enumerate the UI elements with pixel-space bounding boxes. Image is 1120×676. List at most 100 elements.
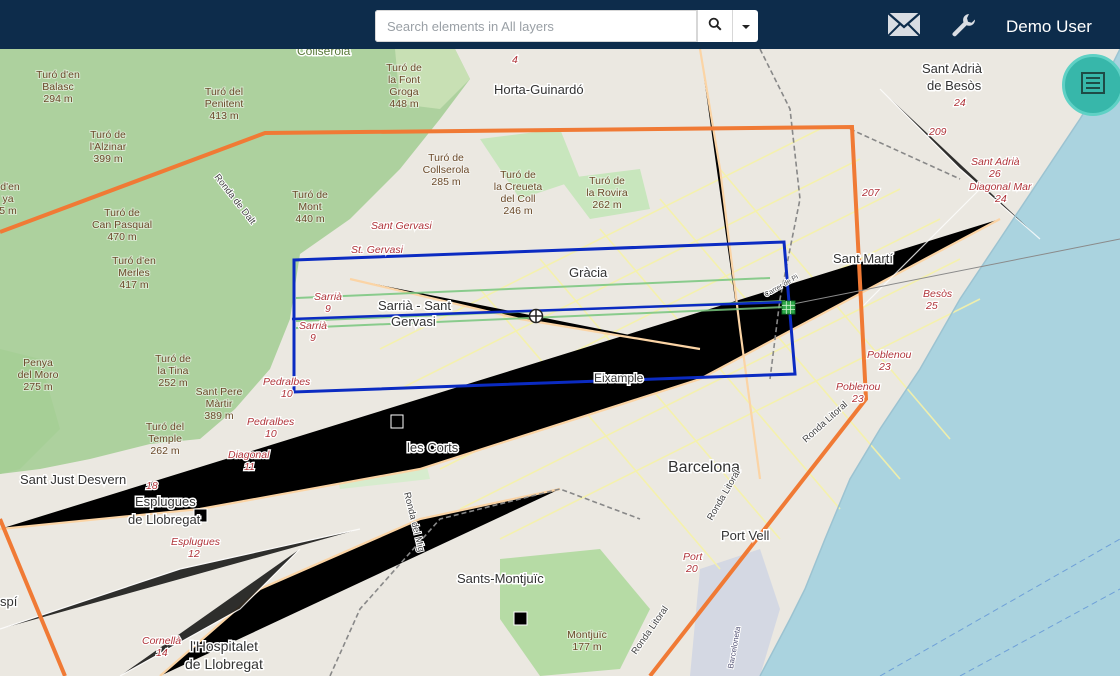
peak-label: Merles xyxy=(118,267,150,279)
map-svg: Horta-Guinardó Gràcia Sarrià - Sant Gerv… xyxy=(0,49,1120,676)
peak-label: Turó de xyxy=(428,152,464,164)
station-label: 10 xyxy=(265,428,277,440)
station-label: 9 xyxy=(325,303,331,315)
search-scope-dropdown[interactable] xyxy=(732,10,758,42)
poi-marker[interactable] xyxy=(513,611,528,626)
peak-label: Turó del xyxy=(146,421,184,433)
peak-label: la Tina xyxy=(158,365,189,377)
grid-marker-icon[interactable] xyxy=(781,300,796,315)
peak-label: 470 m xyxy=(107,231,136,243)
peak-label: Penya xyxy=(23,357,53,369)
peak-label: Màrtir xyxy=(206,398,233,410)
label-esplugues-2: de Llobregat xyxy=(128,512,201,527)
label-port-vell: Port Vell xyxy=(721,528,770,543)
peak-label: Turó de xyxy=(292,189,328,201)
station-label: 24 xyxy=(953,97,966,109)
peak-label: 440 m xyxy=(295,213,324,225)
peak-label: Groga xyxy=(389,86,418,98)
peak-label: Penitent xyxy=(205,98,244,110)
peak-label: l'Alzinar xyxy=(90,141,127,153)
station-label: 209 xyxy=(928,126,947,138)
station-label: 12 xyxy=(188,548,200,560)
peak-label: Sant Pere xyxy=(196,386,243,398)
peak-label: 413 m xyxy=(209,110,238,122)
label-gracia: Gràcia xyxy=(569,265,608,280)
label-de-besos: de Besòs xyxy=(927,78,982,93)
peak-label: Montjuïc xyxy=(567,629,607,641)
move-handle-icon[interactable] xyxy=(528,308,544,324)
station-label: Diagonal xyxy=(228,449,270,461)
label-sarria: Sarrià - Sant xyxy=(378,298,451,313)
station-label: 10 xyxy=(281,388,293,400)
station-label: Besòs xyxy=(923,288,953,300)
peak-label: 252 m xyxy=(158,377,187,389)
station-label: 23 xyxy=(851,393,864,405)
poi-marker[interactable] xyxy=(390,414,404,429)
peak-label: 417 m xyxy=(119,279,148,291)
station-label: 25 xyxy=(925,300,938,312)
user-menu[interactable]: Demo User xyxy=(1006,17,1092,37)
peak-label: 389 m xyxy=(204,410,233,422)
peak-label: Turó de xyxy=(90,129,126,141)
peak-label: Temple xyxy=(148,433,182,445)
label-collserola: Collserola xyxy=(297,49,351,58)
label-hospitalet-2: de Llobregat xyxy=(185,656,263,672)
station-label: 9 xyxy=(310,332,316,344)
peak-label: del Coll xyxy=(500,193,535,205)
layers-panel-button[interactable] xyxy=(1062,54,1120,116)
station-label: Sarrià xyxy=(299,320,327,332)
peak-label: 262 m xyxy=(592,199,621,211)
peak-label: del Moro xyxy=(18,369,59,381)
label-spi: spí xyxy=(0,594,18,609)
label-esplugues: Esplugues xyxy=(135,494,196,509)
station-label: Sant Adrià xyxy=(971,156,1020,168)
peak-label: 275 m xyxy=(23,381,52,393)
search-button[interactable] xyxy=(697,10,732,42)
peak-label: Collserola xyxy=(423,164,470,176)
station-label: Esplugues xyxy=(171,536,221,548)
map-canvas[interactable]: Horta-Guinardó Gràcia Sarrià - Sant Gerv… xyxy=(0,49,1120,676)
station-label: Port xyxy=(683,551,703,563)
station-label: Poblenou xyxy=(836,381,881,393)
label-eixample: Eixample xyxy=(594,371,644,385)
label-les-corts: les Corts xyxy=(407,440,459,455)
peak-label: 262 m xyxy=(150,445,179,457)
station-label: 11 xyxy=(244,461,255,473)
station-label: 23 xyxy=(878,361,891,373)
label-horta-guinardo: Horta-Guinardó xyxy=(494,82,584,97)
station-label: Cornellà xyxy=(142,635,181,647)
peak-label: Turó de xyxy=(386,62,422,74)
peak-label: 294 m xyxy=(43,93,72,105)
peak-label: 246 m xyxy=(503,205,532,217)
label-gervasi: Gervasi xyxy=(391,314,436,329)
station-label: Poblenou xyxy=(867,349,912,361)
peak-label: 448 m xyxy=(389,98,418,110)
peak-label: Turó d'en xyxy=(36,69,80,81)
peak-label: la Creueta xyxy=(494,181,543,193)
search-input[interactable] xyxy=(375,10,697,42)
peak-label: 285 m xyxy=(431,176,460,188)
peak-label: 177 m xyxy=(572,641,601,653)
peak-label: Turó d'en xyxy=(112,255,156,267)
wrench-icon xyxy=(950,14,978,43)
label-sant-just: Sant Just Desvern xyxy=(20,472,126,487)
peak-label: Can Pasqual xyxy=(92,219,152,231)
peak-label: ya xyxy=(2,193,13,205)
tools-button[interactable] xyxy=(950,11,978,39)
station-label: Diagonal Mar xyxy=(969,181,1032,193)
label-sant-adria: Sant Adrià xyxy=(922,61,983,76)
top-navbar: Demo User xyxy=(0,0,1120,49)
station-label: 24 xyxy=(994,193,1007,205)
peak-label: Mont xyxy=(298,201,321,213)
peak-label: Turó de xyxy=(155,353,191,365)
messages-button[interactable] xyxy=(886,10,922,40)
peak-label: Balasc xyxy=(42,81,74,93)
peak-label: Turó de xyxy=(104,207,140,219)
station-label: Pedralbes xyxy=(263,376,311,388)
station-label: St. Gervasi xyxy=(351,244,404,256)
station-label: Sarrià xyxy=(314,291,342,303)
station-label: Pedralbes xyxy=(247,416,295,428)
peak-label: d'en xyxy=(0,181,20,193)
search-icon xyxy=(708,17,722,36)
label-sant-marti: Sant Martí xyxy=(833,251,893,266)
